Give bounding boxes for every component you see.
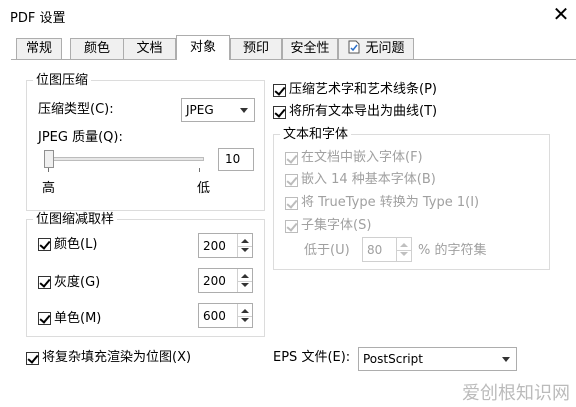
subset-threshold-stepper[interactable]: 80 — [362, 237, 412, 262]
stepper-buttons[interactable] — [237, 234, 252, 257]
stepper-buttons[interactable] — [237, 269, 252, 292]
stepper-value: 600 — [203, 309, 226, 323]
tab-label: 预印 — [242, 41, 269, 56]
subset-fonts-label: 子集字体(S) — [301, 218, 372, 233]
tab-objects[interactable]: 对象 — [176, 35, 230, 60]
stepper-up-icon[interactable] — [241, 274, 249, 278]
tab-label: 安全性 — [290, 41, 330, 56]
document-check-icon — [347, 40, 361, 61]
compress-art-label: 压缩艺术字和艺术线条(P) — [289, 82, 437, 97]
stepper-down-icon[interactable] — [241, 318, 249, 322]
stepper-up-icon[interactable] — [241, 309, 249, 313]
stepper-buttons[interactable] — [396, 238, 411, 261]
tab-label: 文档 — [136, 41, 163, 56]
quality-low-label: 低 — [197, 181, 211, 196]
jpeg-quality-slider-track[interactable] — [44, 157, 204, 161]
grayscale-resolution-stepper[interactable]: 200 — [198, 268, 253, 293]
quality-high-label: 高 — [42, 181, 56, 196]
tab-security[interactable]: 安全性 — [282, 38, 338, 59]
stepper-buttons[interactable] — [237, 304, 252, 327]
chevron-down-icon — [502, 357, 510, 362]
tab-color[interactable]: 颜色 — [70, 38, 124, 59]
chevron-down-icon — [240, 108, 248, 113]
embed-base14-label: 嵌入 14 种基本字体(B) — [301, 172, 436, 187]
subset-below-label: 低于(U) — [304, 243, 350, 258]
stepper-value: 80 — [367, 243, 383, 257]
tab-label: 常规 — [25, 41, 52, 56]
jpeg-quality-slider-thumb[interactable] — [44, 150, 54, 168]
text-to-curves-checkbox[interactable] — [273, 106, 286, 119]
stepper-value: 200 — [203, 239, 226, 253]
stepper-down-icon[interactable] — [400, 252, 408, 256]
stepper-up-icon[interactable] — [241, 239, 249, 243]
compression-type-value: JPEG — [186, 103, 214, 117]
monochrome-resolution-stepper[interactable]: 600 — [198, 303, 253, 328]
group-title: 位图压缩 — [33, 73, 92, 89]
text-to-curves-label: 将所有文本导出为曲线(T) — [289, 104, 438, 119]
compression-type-label: 压缩类型(C): — [38, 102, 114, 117]
tab-no-issues[interactable]: 无问题 — [338, 38, 414, 59]
window-title: PDF 设置 — [10, 11, 66, 26]
truetype-convert-label: 将 TrueType 转换为 Type 1(I) — [301, 195, 480, 210]
tab-prepress[interactable]: 预印 — [230, 38, 282, 59]
eps-file-value: PostScript — [363, 352, 423, 366]
title-bar — [0, 0, 576, 30]
tab-label: 颜色 — [83, 41, 110, 56]
subset-suffix-label: % 的字符集 — [418, 243, 487, 258]
grayscale-downsample-checkbox[interactable] — [38, 276, 51, 289]
complex-fill-checkbox[interactable] — [26, 352, 39, 365]
stepper-value: 200 — [203, 274, 226, 288]
monochrome-downsample-label: 单色(M) — [54, 311, 102, 326]
group-title: 文本和字体 — [280, 127, 352, 143]
stepper-up-icon[interactable] — [400, 243, 408, 247]
embed-fonts-label: 在文档中嵌入字体(F) — [301, 150, 423, 165]
stepper-down-icon[interactable] — [241, 248, 249, 252]
tab-strip-border — [11, 59, 576, 60]
eps-file-label: EPS 文件(E): — [273, 350, 351, 365]
tab-general[interactable]: 常规 — [16, 38, 62, 59]
complex-fill-label: 将复杂填充渲染为位图(X) — [42, 350, 192, 365]
color-downsample-label: 颜色(L) — [54, 237, 98, 252]
compression-type-select[interactable]: JPEG — [181, 98, 255, 122]
embed-fonts-checkbox[interactable] — [285, 152, 298, 165]
stepper-down-icon[interactable] — [241, 283, 249, 287]
subset-fonts-checkbox[interactable] — [285, 220, 298, 233]
tab-document[interactable]: 文档 — [123, 38, 176, 59]
close-button[interactable]: ✕ — [551, 2, 571, 26]
color-downsample-checkbox[interactable] — [38, 238, 51, 251]
color-resolution-stepper[interactable]: 200 — [198, 233, 253, 258]
compress-art-checkbox[interactable] — [273, 84, 286, 97]
group-title: 位图缩减取样 — [33, 212, 118, 228]
jpeg-quality-input[interactable]: 10 — [218, 148, 254, 171]
eps-file-select[interactable]: PostScript — [358, 347, 517, 371]
tab-label: 对象 — [189, 40, 216, 55]
watermark-text: 爱创根知识网 — [462, 383, 570, 404]
truetype-convert-checkbox[interactable] — [285, 197, 298, 210]
jpeg-quality-label: JPEG 质量(Q): — [38, 130, 123, 145]
embed-base14-checkbox[interactable] — [285, 174, 298, 187]
monochrome-downsample-checkbox[interactable] — [38, 312, 51, 325]
tab-label: 无问题 — [365, 41, 405, 56]
grayscale-downsample-label: 灰度(G) — [54, 275, 101, 290]
slider-ticks — [44, 168, 204, 172]
